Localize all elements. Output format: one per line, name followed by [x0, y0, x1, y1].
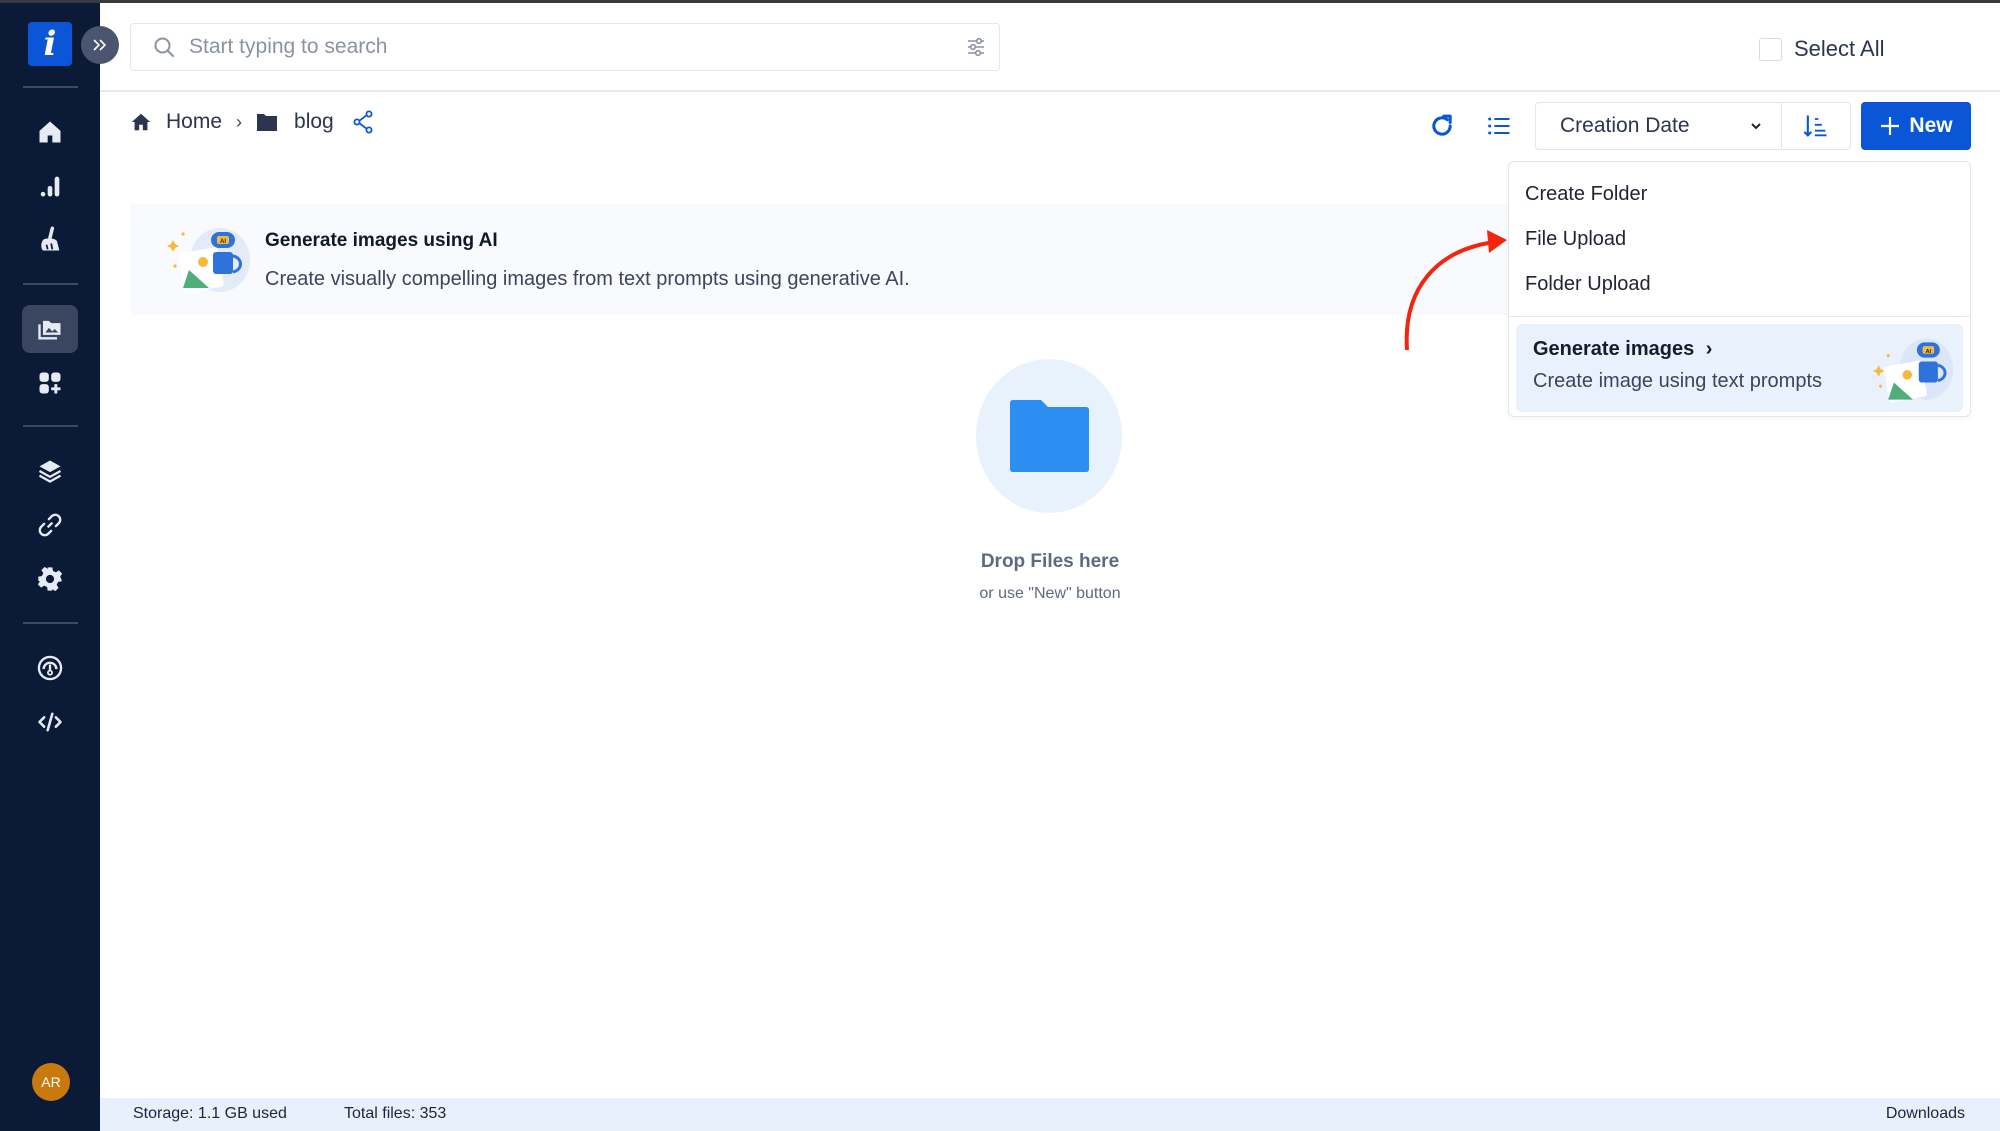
sidebar-divider: [23, 86, 78, 88]
search-icon: [154, 37, 174, 57]
new-dropdown-menu: Create Folder File Upload Folder Upload …: [1508, 161, 1971, 417]
generate-images-description: Create image using text prompts: [1533, 370, 1823, 392]
expand-sidebar-button[interactable]: [81, 26, 119, 64]
banner-title: Generate images using AI: [265, 230, 498, 251]
generate-images-label: Generate images: [1533, 338, 1695, 360]
top-header: Start typing to search Select All: [100, 3, 2000, 92]
generate-images-title: Generate images ›: [1533, 338, 1712, 361]
home-icon: [39, 121, 61, 143]
banner-description: Create visually compelling images from t…: [265, 268, 910, 290]
list-view-button[interactable]: [1485, 112, 1513, 145]
refresh-button[interactable]: [1428, 112, 1456, 145]
sidebar-item-analytics[interactable]: [22, 162, 78, 210]
annotation-arrow-icon: [1404, 230, 1507, 351]
breadcrumb: Home › blog: [130, 110, 374, 134]
sidebar-divider: [23, 283, 78, 285]
select-all-toggle[interactable]: Select All: [1759, 36, 1885, 62]
avatar-initials: AR: [41, 1074, 61, 1090]
broom-icon: [41, 226, 60, 251]
select-all-label: Select All: [1794, 36, 1885, 61]
sidebar-item-home[interactable]: [22, 108, 78, 156]
sidebar-item-links[interactable]: [22, 501, 78, 549]
sort-field-select[interactable]: Creation Date: [1535, 102, 1781, 150]
chevrons-right-icon: [93, 39, 107, 51]
search-input[interactable]: Start typing to search: [130, 23, 1000, 71]
home-icon: [131, 113, 151, 131]
sort-field-value: Creation Date: [1560, 114, 1690, 137]
folder-icon: [257, 114, 278, 131]
user-avatar[interactable]: AR: [32, 1063, 70, 1101]
sidebar-item-cleanup[interactable]: [22, 216, 78, 264]
svg-text:AI: AI: [220, 239, 226, 245]
sidebar-divider: [23, 622, 78, 624]
code-icon: [38, 712, 62, 732]
breadcrumb-folder-blog[interactable]: blog: [256, 110, 334, 134]
select-all-checkbox[interactable]: [1759, 37, 1782, 61]
new-button[interactable]: New: [1861, 102, 1971, 150]
drop-zone[interactable]: [976, 359, 1122, 513]
sidebar-divider: [23, 425, 78, 427]
sidebar-item-developer[interactable]: [22, 698, 78, 746]
new-button-label: New: [1909, 114, 1953, 137]
layers-icon: [38, 460, 62, 483]
bar-chart-icon: [40, 176, 60, 197]
ai-image-illustration: AI: [167, 228, 250, 293]
refresh-icon: [1432, 114, 1452, 136]
sidebar-item-layers[interactable]: [22, 447, 78, 495]
sidebar-item-media-library[interactable]: [22, 305, 78, 353]
breadcrumb-home-label: Home: [166, 110, 223, 133]
share-icon: [353, 110, 373, 134]
plus-icon: [1881, 117, 1900, 135]
sort-direction-button[interactable]: [1781, 102, 1851, 150]
folder-icon: [1010, 400, 1089, 472]
link-icon: [38, 513, 62, 537]
total-files: Total files: 353: [344, 1105, 447, 1122]
sidebar-item-settings[interactable]: [22, 555, 78, 603]
empty-state-subtitle: or use "New" button: [979, 585, 1121, 602]
menu-item-folder-upload[interactable]: Folder Upload: [1525, 273, 1651, 296]
menu-item-file-upload[interactable]: File Upload: [1525, 228, 1626, 251]
window-top-strip: [0, 0, 2000, 3]
sort-descending-icon: [1803, 115, 1827, 137]
sidebar: i AR: [0, 0, 100, 1131]
menu-divider: [1509, 316, 1970, 317]
menu-item-generate-images[interactable]: Generate images › Create image using tex…: [1516, 324, 1963, 412]
downloads-link[interactable]: Downloads: [1886, 1105, 1965, 1123]
share-button[interactable]: [352, 110, 374, 134]
svg-text:AI: AI: [1925, 349, 1931, 355]
images-icon: [38, 320, 61, 340]
app-logo[interactable]: i: [28, 22, 72, 66]
search-placeholder: Start typing to search: [189, 35, 388, 58]
chevron-down-icon: [1747, 117, 1765, 141]
gauge-icon: [37, 655, 63, 681]
empty-state-title: Drop Files here: [980, 551, 1120, 572]
search-filter-button[interactable]: [965, 36, 987, 63]
breadcrumb-folder-label: blog: [294, 110, 334, 133]
breadcrumb-separator: ›: [236, 111, 243, 132]
menu-item-create-folder[interactable]: Create Folder: [1525, 183, 1647, 206]
list-icon: [1488, 117, 1510, 135]
generate-ai-banner[interactable]: AI Generate images using AI Create visua…: [130, 204, 1510, 315]
sliders-icon: [968, 37, 984, 57]
sidebar-item-usage[interactable]: [22, 644, 78, 692]
apps-add-icon: [39, 372, 61, 394]
chevron-right-icon: ›: [1705, 338, 1713, 360]
status-footer: Storage: 1.1 GB used Total files: 353 Do…: [100, 1098, 2000, 1131]
storage-usage: Storage: 1.1 GB used: [133, 1105, 287, 1122]
sidebar-item-add-apps[interactable]: [22, 359, 78, 407]
breadcrumb-home[interactable]: Home: [130, 110, 222, 134]
logo-letter: i: [43, 24, 57, 64]
gear-icon: [37, 566, 63, 592]
ai-image-illustration: AI: [1872, 338, 1954, 403]
